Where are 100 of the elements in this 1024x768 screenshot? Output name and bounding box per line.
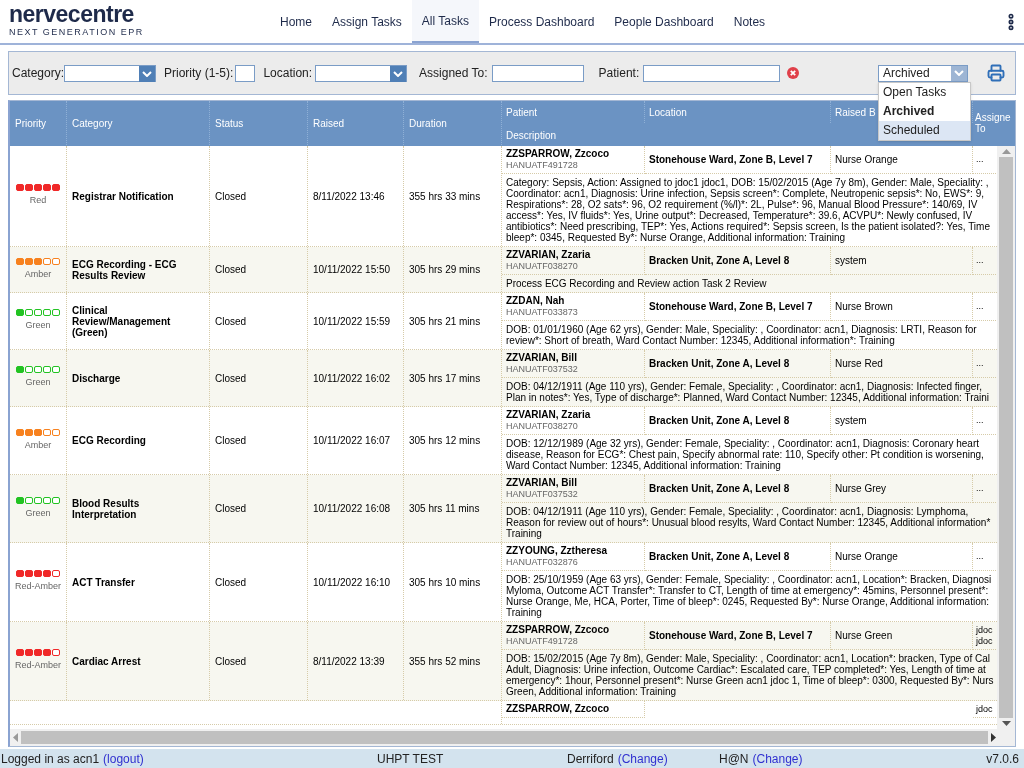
assigned-to-field[interactable] <box>491 64 584 82</box>
scroll-right-icon[interactable] <box>991 733 996 742</box>
patient-id: HANUATF491728 <box>506 160 579 171</box>
assigned-to-label: Assigned To: <box>419 65 488 82</box>
dropdown-option[interactable]: Open Tasks <box>879 82 970 102</box>
raised-by-text: Nurse Green <box>835 629 893 643</box>
assigned-text: ... <box>976 154 985 165</box>
chevron-down-icon <box>393 70 404 77</box>
raised-by-text: system <box>835 254 867 268</box>
column-header: Status <box>215 116 244 131</box>
logged-in-text: Logged in as acn1 <box>1 750 100 768</box>
vertical-scrollbar[interactable] <box>997 146 1015 729</box>
nav-tab[interactable]: All Tasks <box>411 0 479 43</box>
nav-tab[interactable]: Home <box>270 0 322 43</box>
patient-field[interactable] <box>643 64 781 82</box>
raised-by-text: Nurse Brown <box>835 300 893 314</box>
priority-label: Green <box>25 376 51 390</box>
status-text: Closed <box>215 654 247 669</box>
status-text: Closed <box>215 502 247 516</box>
dropdown-option[interactable]: Scheduled <box>879 120 970 140</box>
clear-icon[interactable] <box>787 67 800 79</box>
raised-by-text: Nurse Orange <box>835 550 898 564</box>
location-text: Stonehouse Ward, Zone B, Level 7 <box>649 153 813 167</box>
patient-id: HANUATF491728 <box>506 636 579 647</box>
patient-name: ZZSPARROW, Zzcoco <box>506 148 611 160</box>
status-text: Closed <box>215 263 247 277</box>
dropdown-option[interactable]: Archived <box>879 101 970 121</box>
location-text: Stonehouse Ward, Zone B, Level 7 <box>649 629 813 643</box>
version-text: v7.0.6 <box>986 750 1019 768</box>
patient-id: HANUATF033873 <box>506 307 579 318</box>
location-text: Bracken Unit, Zone A, Level 8 <box>649 357 790 371</box>
column-header: Location <box>649 105 687 120</box>
assigned-text: ... <box>976 358 985 369</box>
duration-text: 355 hrs 52 mins <box>409 654 481 669</box>
assigned-text: jdoc <box>976 703 994 715</box>
status-text: Closed <box>215 189 247 204</box>
category-text: ACT Transfer <box>72 576 135 588</box>
raised-time: 10/11/2022 15:59 <box>313 314 391 329</box>
nav-tab[interactable]: Notes <box>723 0 776 43</box>
location-text: Stonehouse Ward, Zone B, Level 7 <box>649 300 813 314</box>
column-header: Duration <box>409 116 447 131</box>
task-description: DOB: 01/01/1960 (Age 62 yrs), Gender: Male, Speciality: , Coordinator: acn1, Diagnosis: LRTI, Reason for review*: Short of breath, Ward Contact Number: 12345, Additional information*: Training <box>506 324 978 346</box>
assigned-text: jdoc <box>976 635 994 647</box>
patient-id: HANUATF037532 <box>506 364 579 375</box>
task-description: DOB: 25/10/1959 (Age 63 yrs), Gender: Female, Speciality: , Coordinator: acn1, Location*: Bracken, Diagnosi Myloma, Outcome ACT Transfer*: Transfer to CT, Length of time at emergency*: 45mins, Personnel present*: Nurse Orange, Me, HCA, Porter, Time of bleep*: 0245, Requested By*: Nurse Orange, Additional information: Training <box>506 574 993 618</box>
dropdown-field[interactable] <box>64 64 157 82</box>
priority-field[interactable] <box>235 64 256 82</box>
location-text: Bracken Unit, Zone A, Level 8 <box>649 414 790 428</box>
task-description: DOB: 04/12/1911 (Age 110 yrs), Gender: Female, Speciality: , Coordinator: acn1, Diagnosis: Infected finger, Plan in notes*: Yes, Type of discharge*: Planned, Ward Contact Number: 12345, Additional information: Traini <box>506 381 991 403</box>
assigned-text: ... <box>976 415 985 426</box>
change-site-link[interactable]: (Change) <box>617 749 668 768</box>
change-unit-link[interactable]: (Change) <box>752 749 803 768</box>
scroll-left-icon[interactable] <box>13 733 18 742</box>
category-text: Blood Results Interpretation <box>72 497 141 520</box>
task-description: Category: Sepsis, Action: Assigned to jdoc1 jdoc1, DOB: 15/02/2015 (Age 7y 8m), Gender: Male, Speciality: , Coordinator: acn1, Diagnosis: Urine infection, Sepsis screen*: Complete, Neutropenic sepsis*: No, EWS*: 9, Respirations*: 28, O2 sats*: 96, O2 requirement (%/l)*: 2L, Pulse*: 96, Manual Blood Pressure*: 140/69, IV access*: Yes, IV fluids*: Yes, Urine output*: Decreased, Temperature*: 39.6, ACVPU*: Newly confused, IV antibiotics*: Need prescribing, TEP*: Yes, Actions required*: Sepsis screen, Is the patient isolated?: Yes, Time bleep*: 0345, Requested By*: Nurse Orange, Additional information: Training <box>506 177 991 243</box>
patient-label: Patient: <box>598 65 640 82</box>
raised-time: 10/11/2022 16:10 <box>313 575 391 590</box>
raised-time: 10/11/2022 16:02 <box>313 371 391 386</box>
status-text: Closed <box>215 575 247 590</box>
patient-id: HANUATF038270 <box>506 421 579 432</box>
assigned-text: ... <box>976 551 985 562</box>
priority-label: Green <box>25 319 51 333</box>
task-description: DOB: 12/12/1989 (Age 32 yrs), Gender: Female, Speciality: , Coordinator: acn1, Diagnosis: Coronary heart disease, Reason for ECG*: Chest pain, Specify abnormal rate: 110, Specify other: Pt condition is worsening, Ward Contact Number: 12345, Additional information: Training <box>506 438 985 471</box>
raised-time: 10/11/2022 16:08 <box>313 502 391 516</box>
column-header: Raised B <box>835 105 876 120</box>
priority-label: Red <box>29 194 47 208</box>
duration-text: 305 hrs 10 mins <box>409 575 481 590</box>
nav-tab[interactable]: Assign Tasks <box>322 0 412 43</box>
patient-id: HANUATF032876 <box>506 557 579 568</box>
chevron-down-icon <box>142 70 153 77</box>
patient-name: ZZSPARROW, Zzcoco <box>506 624 611 636</box>
scroll-up-icon[interactable] <box>1001 149 1011 154</box>
category-text: ECG Recording <box>72 435 146 446</box>
logout-link[interactable]: (logout) <box>103 749 144 768</box>
scrollbar-thumb[interactable] <box>999 157 1013 718</box>
duration-text: 305 hrs 21 mins <box>409 314 481 329</box>
raised-time: 8/11/2022 13:39 <box>313 654 385 669</box>
priority-label: Priority (1-5): <box>164 65 234 82</box>
nav-tab[interactable]: Process Dashboard <box>478 0 605 43</box>
status-text: Closed <box>215 314 247 329</box>
site-text: Derriford <box>567 750 614 768</box>
patient-name: ZZVARIAN, Bill <box>506 352 578 364</box>
duration-text: 305 hrs 29 mins <box>409 263 481 277</box>
print-icon[interactable] <box>987 64 1005 82</box>
view-dropdown[interactable]: Archived <box>878 64 968 82</box>
assigned-text: ... <box>976 255 985 266</box>
duration-text: 305 hrs 17 mins <box>409 371 481 386</box>
priority-label: Amber <box>24 438 52 452</box>
scrollbar-thumb[interactable] <box>21 731 988 744</box>
dropdown-field[interactable] <box>315 64 408 82</box>
patient-name: ZZVARIAN, Zzaria <box>506 249 592 261</box>
scroll-down-icon[interactable] <box>1001 721 1011 726</box>
raised-time: 10/11/2022 16:07 <box>313 434 391 448</box>
horizontal-scrollbar[interactable] <box>10 729 1015 746</box>
unit-text: H@N <box>719 750 749 768</box>
task-description: Process ECG Recording and Review action Task 2 Review <box>506 278 768 289</box>
assigned-text: ... <box>976 301 985 312</box>
patient-id: HANUATF037532 <box>506 489 579 500</box>
nav-tab[interactable]: People Dashboard <box>604 0 724 43</box>
assigned-text: ... <box>976 483 985 494</box>
